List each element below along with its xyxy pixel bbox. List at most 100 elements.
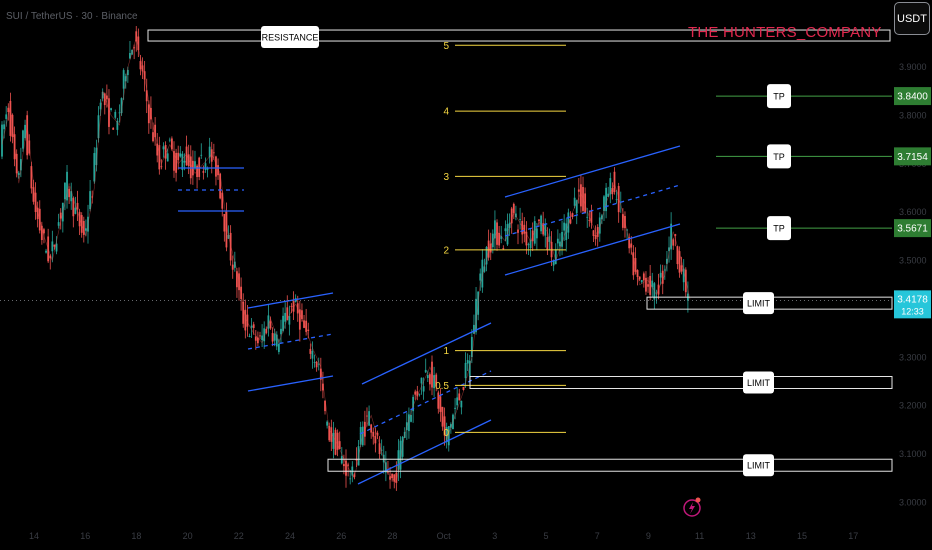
tp-price-label: 3.8400 xyxy=(897,92,928,103)
y-tick-label: 3.6000 xyxy=(899,207,927,217)
fib-level-label: 3 xyxy=(443,172,449,183)
candle-body xyxy=(527,244,530,246)
candle-body xyxy=(311,350,314,359)
fib-level-label: 1 xyxy=(443,346,449,357)
channel-bottom-line xyxy=(357,419,492,485)
candle-body xyxy=(183,160,186,163)
candle-body xyxy=(326,421,329,426)
candle-body xyxy=(674,234,677,236)
x-tick-label: 7 xyxy=(595,531,600,541)
candle-body xyxy=(277,343,280,352)
symbol-title[interactable]: SUI / TetherUS · 30 · Binance xyxy=(6,11,138,22)
candle-body xyxy=(343,464,345,467)
x-tick-label: 16 xyxy=(80,531,90,541)
candle-body xyxy=(177,152,180,161)
candle-body xyxy=(250,325,253,328)
limit-label: LIMIT xyxy=(747,461,771,471)
candle-body xyxy=(288,316,291,325)
candle-body xyxy=(212,152,215,154)
x-tick-label: 14 xyxy=(29,531,39,541)
x-tick-label: 20 xyxy=(183,531,193,541)
resistance-label: RESISTANCE xyxy=(262,33,319,43)
candle-body xyxy=(168,139,171,141)
candle-body xyxy=(51,241,54,252)
fib-level-label: 5 xyxy=(443,41,449,52)
candle-body xyxy=(5,114,8,119)
candle-body xyxy=(586,216,589,218)
candle-body xyxy=(215,156,217,177)
candle-body xyxy=(68,188,71,198)
candle-body xyxy=(640,280,643,283)
candle-body xyxy=(74,207,77,214)
x-tick-label: 15 xyxy=(797,531,807,541)
candle-body xyxy=(680,265,683,272)
candle-body xyxy=(642,273,645,281)
candle-body xyxy=(290,305,293,307)
candle-body xyxy=(464,362,467,379)
candle-body xyxy=(588,220,591,221)
candle-body xyxy=(200,154,203,156)
candle-body xyxy=(204,163,207,171)
candle-body xyxy=(259,335,261,337)
price-chart[interactable]: 4.00003.90003.80003.70003.60003.50003.40… xyxy=(0,0,932,550)
fib-level-label: 2 xyxy=(443,245,449,256)
y-tick-label: 3.0000 xyxy=(899,497,927,507)
tp-price-label: 3.5671 xyxy=(897,224,928,235)
candle-body xyxy=(315,361,318,368)
candle-body xyxy=(554,249,557,265)
candle-body xyxy=(189,156,192,179)
fib-level-label: 0.5 xyxy=(435,381,449,392)
candle-body xyxy=(269,321,272,329)
candle-body xyxy=(309,348,312,354)
x-tick-label: 22 xyxy=(234,531,244,541)
limit-label: LIMIT xyxy=(747,299,771,309)
y-tick-label: 3.8000 xyxy=(899,110,927,120)
candle-body xyxy=(418,393,421,395)
candle-body xyxy=(429,374,431,385)
candle-body xyxy=(332,432,335,449)
candle-body xyxy=(280,328,282,335)
tp-price-label: 3.7154 xyxy=(897,152,928,163)
candle-body xyxy=(284,312,287,322)
channel-mid-line xyxy=(504,184,681,237)
candle-body xyxy=(347,464,349,466)
y-tick-label: 3.9000 xyxy=(899,62,927,72)
candle-body xyxy=(160,166,163,168)
x-tick-label: 24 xyxy=(285,531,295,541)
candle-body xyxy=(76,202,79,210)
candle-body xyxy=(645,277,647,292)
channel-bottom-line xyxy=(247,375,334,392)
candle-body xyxy=(460,400,463,408)
candle-body xyxy=(340,456,343,464)
candle-body xyxy=(366,415,368,417)
limit-zone xyxy=(327,458,893,472)
candle-body xyxy=(546,237,549,250)
lightning-icon xyxy=(689,502,695,514)
candle-body xyxy=(594,235,597,240)
candle-body xyxy=(613,171,616,193)
candle-body xyxy=(563,222,566,231)
limit-zone xyxy=(469,376,893,390)
tp-label: TP xyxy=(773,152,785,162)
candle-body xyxy=(374,436,377,444)
candle-body xyxy=(93,153,96,182)
x-tick-label: 26 xyxy=(336,531,346,541)
candle-body xyxy=(112,128,115,130)
candle-body xyxy=(53,244,56,247)
candle-body xyxy=(659,272,662,278)
candle-body xyxy=(414,391,417,395)
candle-body xyxy=(162,146,165,150)
candle-body xyxy=(122,70,125,89)
x-tick-label: 18 xyxy=(131,531,141,541)
candle-body xyxy=(22,130,24,149)
candle-body xyxy=(26,115,29,156)
candle-body xyxy=(519,218,521,220)
currency-button[interactable]: USDT xyxy=(894,2,930,35)
candle-body xyxy=(538,219,540,222)
candle-body xyxy=(139,61,142,70)
y-tick-label: 3.5000 xyxy=(899,256,927,266)
chart-stage: 4.00003.90003.80003.70003.60003.50003.40… xyxy=(0,0,932,550)
y-tick-label: 3.3000 xyxy=(899,352,927,362)
x-tick-label: 9 xyxy=(646,531,651,541)
candle-body xyxy=(512,203,515,213)
